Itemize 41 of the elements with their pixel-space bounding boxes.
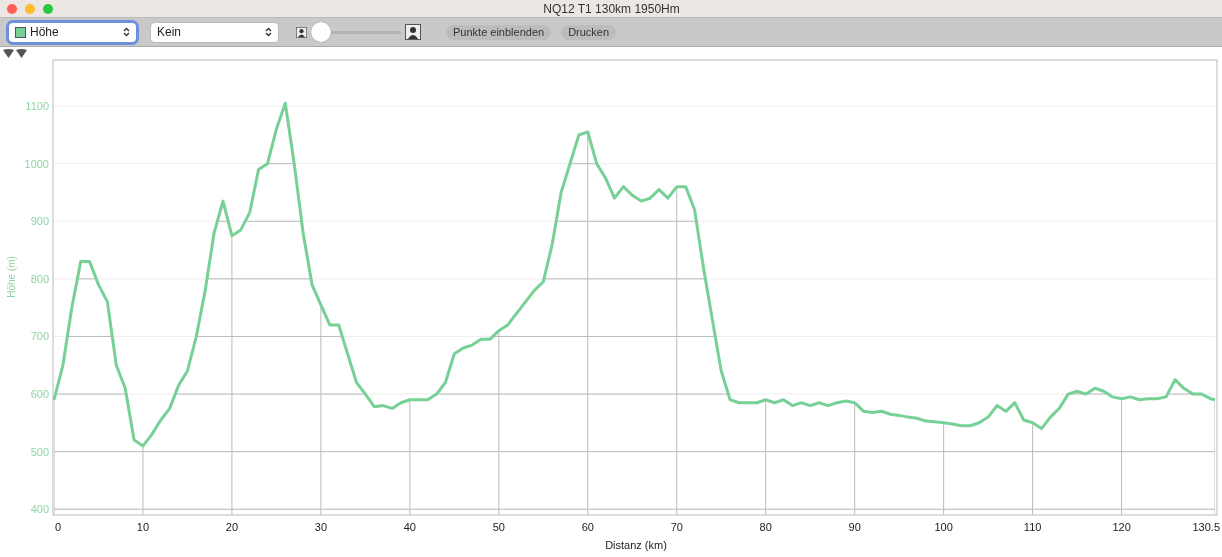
y-tick-label: 500 bbox=[30, 445, 49, 458]
x-tick-label: 50 bbox=[492, 521, 505, 533]
zoom-slider[interactable] bbox=[311, 22, 401, 42]
x-tick-label: 0 bbox=[54, 521, 62, 533]
toolbar-button[interactable]: Drucken bbox=[561, 24, 617, 40]
updown-icon bbox=[123, 27, 130, 37]
x-tick-label: 110 bbox=[1023, 521, 1042, 533]
legend-swatch-icon bbox=[15, 26, 26, 38]
x-tick-label: 40 bbox=[403, 521, 416, 533]
person-icon bbox=[296, 26, 307, 38]
x-tick-label: 10 bbox=[136, 521, 150, 533]
x-tick-label: 30 bbox=[314, 521, 327, 533]
updown-icon bbox=[265, 27, 272, 37]
person-icon bbox=[405, 24, 421, 40]
maximize-icon[interactable] bbox=[43, 3, 53, 14]
x-tick-label: 120 bbox=[1112, 521, 1131, 533]
x-tick-label: 70 bbox=[670, 521, 683, 533]
x-tick-label: 130.5 bbox=[1192, 521, 1220, 533]
y-tick-label: 1000 bbox=[24, 157, 49, 170]
x-axis-title: Distanz (km) bbox=[605, 539, 667, 551]
x-tick-label: 20 bbox=[225, 521, 239, 533]
y-tick-label: 900 bbox=[30, 215, 49, 228]
y-axis-title: Höhe (m) bbox=[6, 256, 17, 298]
y-tick-label: 600 bbox=[30, 388, 49, 401]
overlay-select[interactable]: Kein bbox=[151, 22, 278, 42]
minimize-icon[interactable] bbox=[25, 3, 35, 14]
y-tick-label: 400 bbox=[30, 503, 49, 516]
y-tick-label: 700 bbox=[30, 330, 49, 343]
x-tick-label: 60 bbox=[581, 521, 594, 533]
marker-icon[interactable] bbox=[3, 48, 14, 58]
y-tick-label: 1100 bbox=[25, 100, 49, 113]
toolbar-button[interactable]: Punkte einblenden bbox=[446, 24, 552, 40]
close-icon[interactable] bbox=[7, 3, 17, 14]
slider-thumb[interactable] bbox=[311, 22, 331, 42]
marker-icon[interactable] bbox=[16, 48, 27, 58]
y-tick-label: 800 bbox=[30, 272, 49, 285]
window-title: NQ12 T1 130km 1950Hm bbox=[543, 0, 680, 18]
layer-select[interactable]: Höhe bbox=[9, 22, 136, 42]
x-tick-label: 90 bbox=[848, 521, 861, 533]
x-tick-label: 80 bbox=[759, 521, 772, 533]
x-tick-label: 100 bbox=[934, 521, 953, 533]
